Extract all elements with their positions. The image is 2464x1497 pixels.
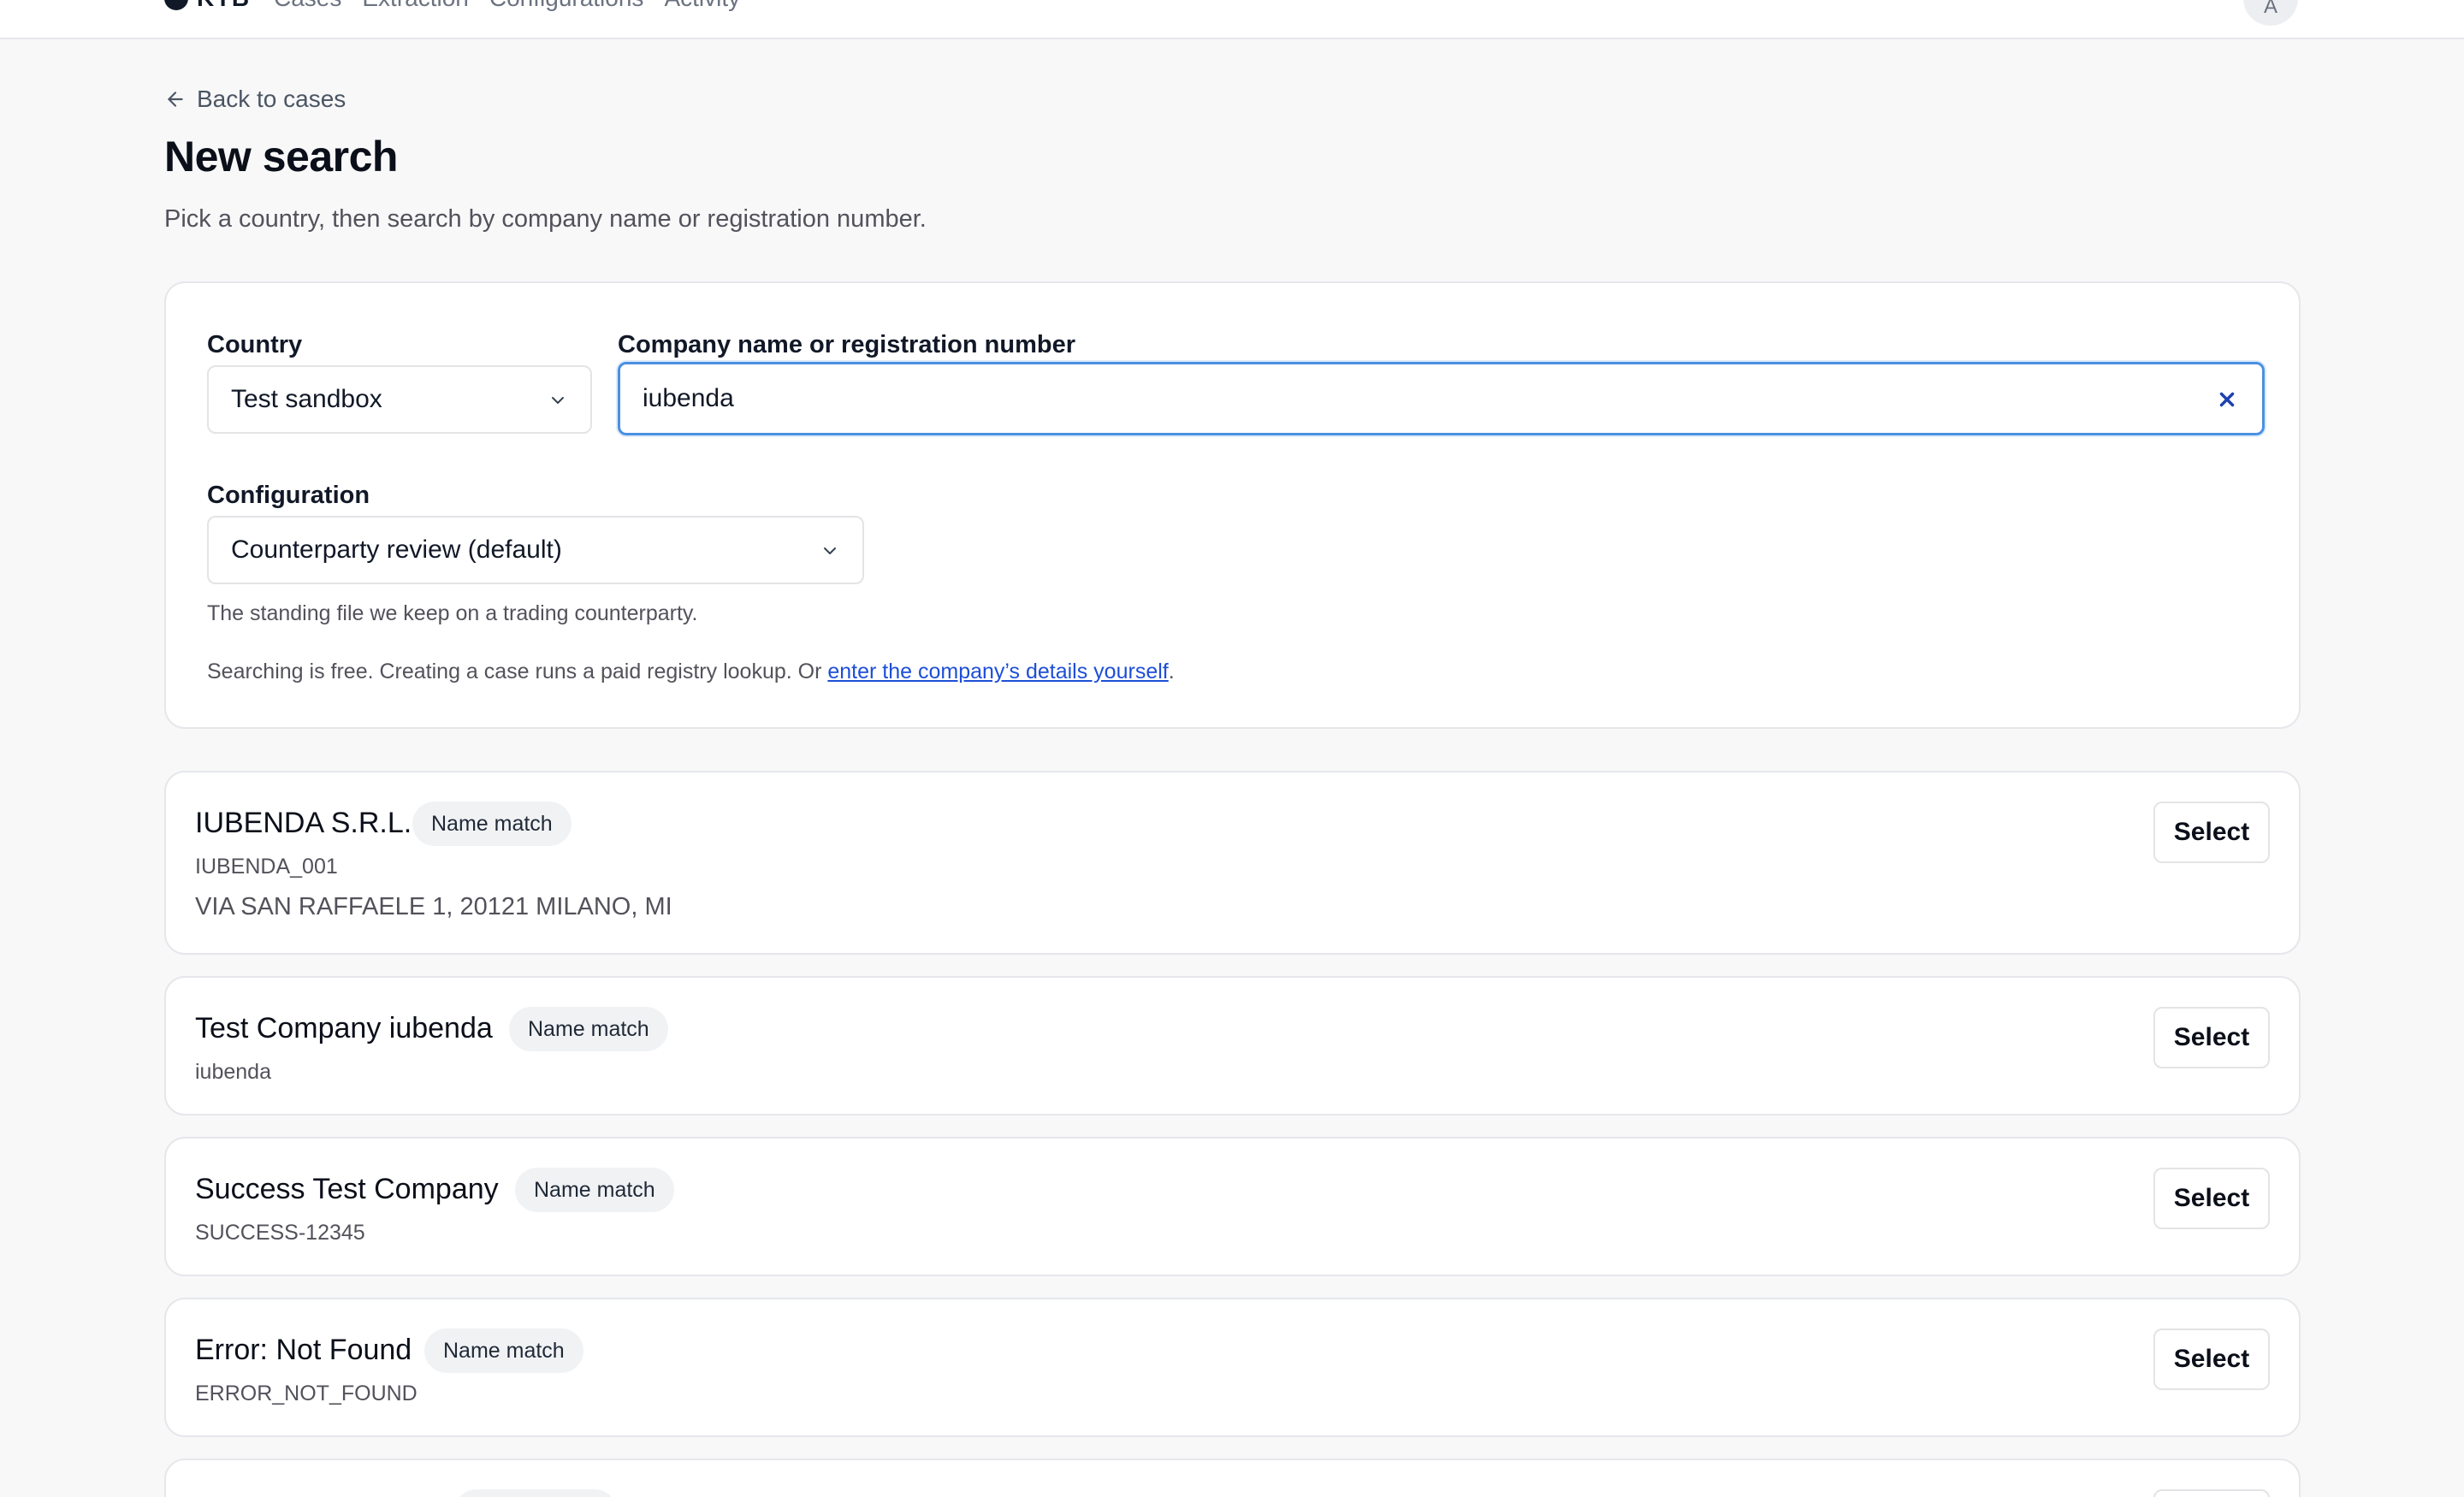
configuration-select[interactable]: Counterparty review (default) xyxy=(207,516,864,584)
result-card xyxy=(164,1459,2301,1497)
configuration-help-text: The standing file we keep on a trading c… xyxy=(207,601,698,625)
select-result-button[interactable]: Select xyxy=(2153,1328,2270,1390)
country-select-value: Test sandbox xyxy=(231,385,382,413)
main-nav: Cases Extraction Configurations Activity xyxy=(274,0,740,14)
brand-logo-icon xyxy=(164,0,188,10)
top-nav-bar: KYB Cases Extraction Configurations Acti… xyxy=(0,0,2464,39)
match-badge: Name match xyxy=(412,802,572,846)
configuration-label: Configuration xyxy=(207,482,370,509)
arrow-left-icon xyxy=(168,92,183,107)
result-registration-id: IUBENDA_001 xyxy=(195,855,338,879)
nav-item-cases[interactable]: Cases xyxy=(274,0,341,12)
user-avatar[interactable]: A xyxy=(2243,0,2298,26)
search-notice: Searching is free. Creating a case runs … xyxy=(207,660,1175,684)
select-result-button[interactable]: Select xyxy=(2153,802,2270,863)
country-label: Country xyxy=(207,331,303,358)
chevron-down-icon xyxy=(824,547,836,554)
nav-item-configurations[interactable]: Configurations xyxy=(489,0,644,12)
search-card: Country Test sandbox Company name or reg… xyxy=(164,281,2301,729)
brand[interactable]: KYB xyxy=(164,0,250,14)
company-search-field[interactable] xyxy=(618,362,2265,435)
result-card: Success Test Company Name match SUCCESS-… xyxy=(164,1137,2301,1276)
search-notice-end: . xyxy=(1168,660,1175,683)
nav-item-activity[interactable]: Activity xyxy=(664,0,740,12)
select-result-button[interactable]: Select xyxy=(2153,1007,2270,1068)
match-badge xyxy=(454,1489,617,1497)
back-link-label: Back to cases xyxy=(197,86,346,112)
company-search-input[interactable] xyxy=(643,384,2183,413)
result-card: IUBENDA S.R.L. Name match IUBENDA_001 VI… xyxy=(164,771,2301,955)
match-badge: Name match xyxy=(424,1328,583,1373)
result-company-name: Test Company iubenda xyxy=(195,1012,493,1044)
nav-item-extraction[interactable]: Extraction xyxy=(362,0,469,12)
result-company-name: IUBENDA S.R.L. xyxy=(195,807,412,839)
chevron-down-icon xyxy=(552,397,564,404)
clear-search-icon[interactable] xyxy=(2216,388,2238,411)
match-badge: Name match xyxy=(515,1168,674,1212)
result-registration-id: iubenda xyxy=(195,1060,271,1084)
brand-name: KYB xyxy=(197,0,250,12)
result-registration-id: ERROR_NOT_FOUND xyxy=(195,1382,418,1405)
company-query-label: Company name or registration number xyxy=(618,331,1075,358)
match-badge: Name match xyxy=(509,1007,668,1051)
select-result-button[interactable] xyxy=(2153,1489,2270,1497)
result-address: VIA SAN RAFFAELE 1, 20121 MILANO, MI xyxy=(195,893,672,920)
result-company-name: Error: Not Found xyxy=(195,1334,412,1366)
back-to-cases-link[interactable]: Back to cases xyxy=(164,86,346,113)
page-title: New search xyxy=(164,133,398,180)
search-notice-text: Searching is free. Creating a case runs … xyxy=(207,660,828,683)
result-card: Error: Not Found Name match ERROR_NOT_FO… xyxy=(164,1298,2301,1437)
result-company-name: Success Test Company xyxy=(195,1173,499,1205)
country-select[interactable]: Test sandbox xyxy=(207,365,592,434)
result-registration-id: SUCCESS-12345 xyxy=(195,1221,365,1245)
manual-entry-link[interactable]: enter the company’s details yourself xyxy=(827,660,1168,683)
page-subtitle: Pick a country, then search by company n… xyxy=(164,205,927,233)
result-card: Test Company iubenda Name match iubenda … xyxy=(164,976,2301,1115)
select-result-button[interactable]: Select xyxy=(2153,1168,2270,1229)
configuration-select-value: Counterparty review (default) xyxy=(231,535,562,564)
